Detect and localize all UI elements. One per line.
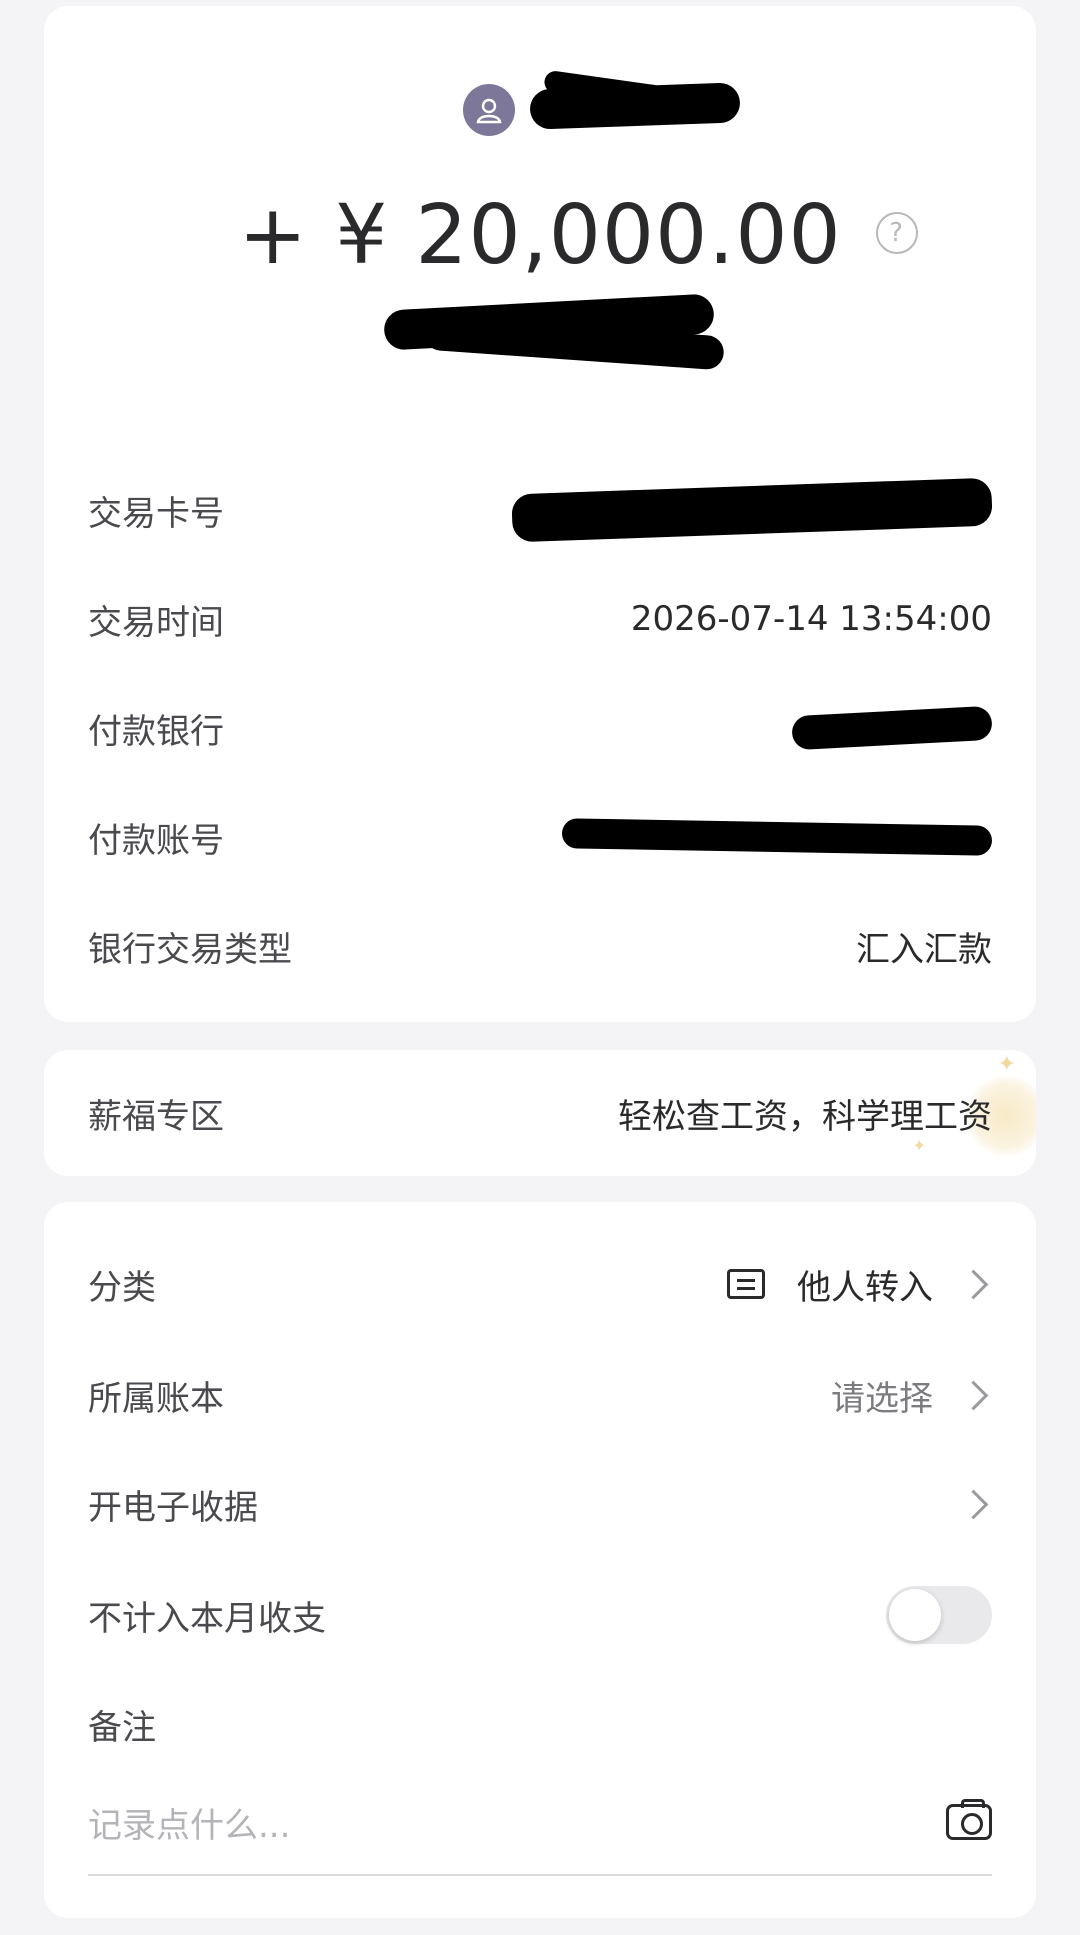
account-book-row[interactable]: 所属账本 请选择: [88, 1365, 992, 1425]
note-underline: [88, 1874, 992, 1876]
category-label: 分类: [88, 1267, 156, 1308]
avatar: [463, 84, 515, 136]
account-book-label: 所属账本: [88, 1378, 224, 1419]
note-input[interactable]: 记录点什么...: [88, 1798, 290, 1847]
e-receipt-value-group: [933, 1489, 992, 1519]
amount-text: + ¥ 20,000.00: [238, 188, 842, 283]
exclude-month-row: 不计入本月收支: [88, 1585, 992, 1645]
camera-icon[interactable]: [946, 1799, 992, 1840]
chevron-right-icon: [958, 1489, 989, 1519]
note-label: 备注: [88, 1707, 156, 1748]
detail-label: 付款账号: [88, 820, 224, 861]
exclude-month-label: 不计入本月收支: [88, 1598, 326, 1639]
salary-zone-card[interactable]: ✦ ✦ 薪福专区 轻松查工资，科学理工资: [44, 1050, 1036, 1176]
detail-label: 交易时间: [88, 602, 224, 643]
e-receipt-row[interactable]: 开电子收据: [88, 1474, 992, 1534]
question-icon[interactable]: ?: [875, 212, 918, 254]
detail-label: 付款银行: [88, 711, 224, 752]
e-receipt-label: 开电子收据: [88, 1487, 258, 1528]
toggle-knob: [889, 1589, 941, 1641]
detail-row-card-number: 交易卡号: [88, 477, 993, 543]
salary-zone-label: 薪福专区: [88, 1096, 224, 1137]
settings-card: 分类 他人转入 所属账本 请选择 开电子收据 不计入本月收支 备注 记录点什么.…: [44, 1202, 1036, 1918]
account-book-value-group: 请选择: [831, 1371, 992, 1420]
salary-zone-value: 轻松查工资，科学理工资: [618, 1096, 992, 1137]
detail-label: 交易卡号: [88, 493, 224, 534]
category-value: 他人转入: [797, 1267, 933, 1308]
star-icon: ✦: [997, 1052, 1016, 1077]
detail-value: 2026-07-14 13:54:00: [630, 599, 992, 639]
category-row[interactable]: 分类 他人转入: [88, 1254, 992, 1314]
transfer-icon: [727, 1269, 765, 1299]
exclude-month-toggle[interactable]: [886, 1586, 992, 1644]
account-book-value: 请选择: [831, 1378, 933, 1419]
detail-value-redacted: [791, 705, 993, 751]
amount-display: + ¥ 20,000.00 ?: [44, 186, 1036, 286]
salary-zone-row[interactable]: 薪福专区 轻松查工资，科学理工资: [88, 1083, 992, 1143]
detail-label: 银行交易类型: [88, 929, 292, 970]
note-input-row[interactable]: 记录点什么...: [88, 1792, 992, 1852]
transaction-header: + ¥ 20,000.00 ?: [44, 6, 1036, 386]
detail-row-payer-bank: 付款银行: [88, 698, 993, 758]
detail-value-redacted: [511, 477, 993, 543]
detail-row-time: 交易时间 2026-07-14 13:54:00: [88, 589, 992, 649]
user-icon: [476, 98, 502, 124]
detail-value-redacted: [561, 818, 993, 856]
chevron-right-icon: [958, 1269, 989, 1299]
category-value-group: 他人转入: [727, 1260, 992, 1309]
detail-value: 汇入汇款: [856, 929, 992, 970]
note-label-row: 备注: [88, 1694, 992, 1754]
detail-row-transaction-type: 银行交易类型 汇入汇款: [88, 916, 992, 976]
detail-row-payer-account: 付款账号: [88, 807, 993, 867]
transaction-card: + ¥ 20,000.00 ? 交易卡号 交易时间 2026-07-14 13:…: [44, 6, 1036, 1022]
chevron-right-icon: [958, 1380, 989, 1410]
